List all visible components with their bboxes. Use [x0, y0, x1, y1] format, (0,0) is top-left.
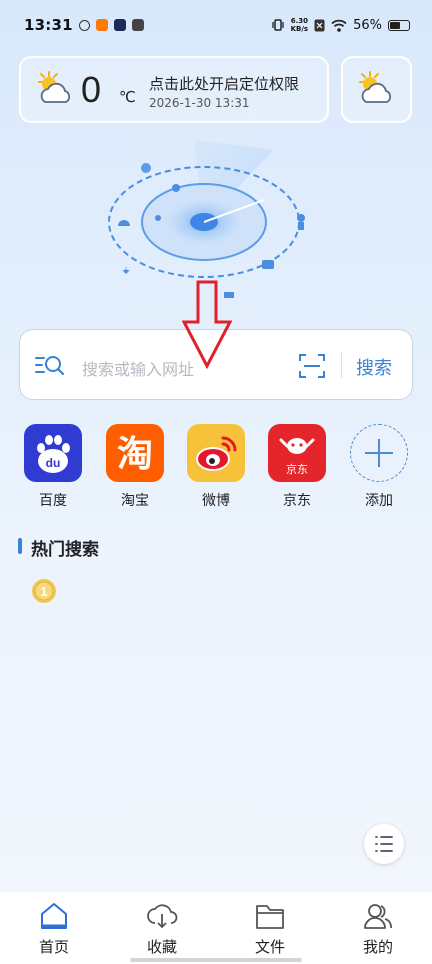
- vibrate-icon: [271, 19, 284, 31]
- list-icon: [375, 836, 393, 852]
- weibo-icon: [187, 424, 245, 482]
- partly-cloudy-icon: [38, 71, 71, 103]
- shortcut-label: 淘宝: [121, 493, 149, 509]
- notification-app-icon: [113, 19, 126, 31]
- status-time: 13:31: [24, 16, 73, 34]
- section-accent-bar: [18, 538, 22, 554]
- search-list-icon: [35, 356, 65, 376]
- temperature-value: 0: [81, 69, 102, 110]
- rank-number: 1: [40, 584, 47, 599]
- shortcut-weibo[interactable]: 微博: [181, 424, 251, 510]
- arrow-down-icon: [182, 280, 232, 370]
- shortcut-label: 京东: [283, 493, 311, 509]
- scan-icon[interactable]: [298, 352, 326, 380]
- menu-float-button[interactable]: [364, 824, 404, 864]
- wifi-icon: [331, 19, 347, 32]
- partly-cloudy-icon: [359, 71, 392, 103]
- shortcut-label: 微博: [202, 493, 230, 509]
- notification-app-icon: [95, 19, 108, 31]
- temperature-unit: ℃: [119, 88, 136, 106]
- shortcut-baidu[interactable]: du 百度: [18, 424, 88, 510]
- battery-icon: [388, 19, 410, 31]
- folder-icon: [256, 905, 284, 929]
- search-input[interactable]: 搜索或输入网址: [82, 356, 194, 380]
- shortcut-label: 添加: [365, 493, 393, 509]
- search-button[interactable]: 搜索: [356, 354, 392, 380]
- bottom-nav: 首页 收藏 文件 我的: [0, 892, 432, 964]
- nav-profile[interactable]: 我的: [338, 902, 418, 957]
- nav-label: 收藏: [146, 938, 177, 956]
- sim-icon: [314, 19, 325, 31]
- battery-percent: 56%: [353, 17, 382, 33]
- shortcut-taobao[interactable]: 淘 淘宝: [100, 424, 170, 510]
- users-icon: [364, 904, 392, 929]
- notification-app-icon: [131, 19, 144, 31]
- nav-home[interactable]: 首页: [14, 902, 94, 957]
- weather-widget-button[interactable]: [341, 56, 412, 123]
- nav-label: 首页: [38, 938, 69, 956]
- shortcut-grid: du 百度 淘 淘宝 微博 京东 京东 添加: [0, 424, 432, 514]
- weather-card[interactable]: 0 ℃ 点击此处开启定位权限 2026-1-30 13:31: [19, 56, 329, 123]
- svg-text:淘: 淘: [117, 434, 153, 475]
- home-icon: [41, 903, 67, 929]
- network-speed: 6.30 KB/s: [290, 17, 309, 33]
- home-indicator[interactable]: [130, 958, 302, 962]
- nav-label: 文件: [254, 938, 285, 956]
- jd-icon: 京东: [268, 424, 326, 482]
- notification-app-icon: [78, 19, 90, 31]
- nav-favorites[interactable]: 收藏: [122, 902, 202, 957]
- search-divider: [341, 352, 342, 378]
- location-permission-prompt[interactable]: 点击此处开启定位权限: [149, 73, 299, 94]
- rank-badge: 1: [32, 579, 56, 603]
- shortcut-label: 百度: [39, 493, 67, 509]
- add-icon: [350, 424, 408, 482]
- status-bar: 13:31 6.30 KB/s 56%: [0, 0, 432, 50]
- baidu-icon: du: [24, 424, 82, 482]
- svg-text:京东: 京东: [286, 462, 308, 476]
- hot-search-title: 热门搜索: [31, 540, 99, 560]
- svg-text:du: du: [46, 456, 61, 470]
- nav-label: 我的: [362, 938, 393, 956]
- nav-files[interactable]: 文件: [230, 902, 310, 957]
- taobao-icon: 淘: [106, 424, 164, 482]
- shortcut-jd[interactable]: 京东 京东: [262, 424, 332, 510]
- cloud-download-icon: [147, 904, 178, 929]
- shortcut-add[interactable]: 添加: [344, 424, 414, 510]
- weather-datetime: 2026-1-30 13:31: [149, 96, 250, 110]
